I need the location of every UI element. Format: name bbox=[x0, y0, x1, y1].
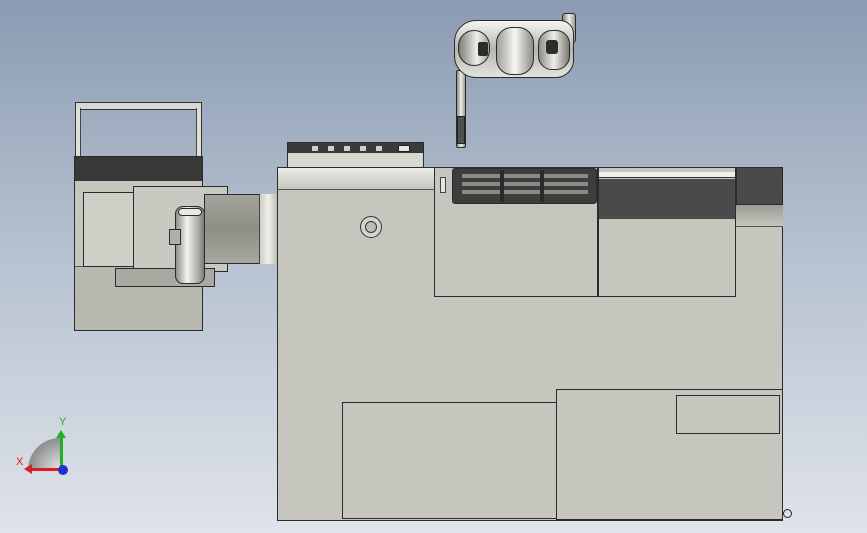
control-button-6[interactable] bbox=[398, 145, 410, 152]
vent-slat-1 bbox=[462, 174, 588, 178]
y-axis-label: Y bbox=[59, 416, 67, 428]
corner-block bbox=[736, 167, 783, 205]
control-button-1[interactable] bbox=[312, 146, 318, 151]
foot-ring-icon bbox=[783, 509, 792, 518]
robot-head-center-lobe bbox=[496, 27, 534, 75]
y-axis-arrowhead-icon bbox=[56, 430, 66, 438]
selector-knob-inner bbox=[365, 221, 377, 233]
control-button-4[interactable] bbox=[360, 146, 366, 151]
hopper-handle-right-post bbox=[196, 108, 201, 158]
vent-divider-1 bbox=[500, 170, 504, 202]
x-axis-arrowhead-icon bbox=[24, 464, 32, 474]
control-button-2[interactable] bbox=[328, 146, 334, 151]
robot-head-dark-slot-2 bbox=[546, 40, 558, 54]
z-axis-dot-icon bbox=[58, 465, 68, 475]
motor-terminal-box bbox=[169, 229, 181, 245]
chute-flange bbox=[259, 194, 277, 264]
robot-head-dark-slot-1 bbox=[478, 42, 488, 56]
hopper-handle-frame bbox=[75, 102, 202, 158]
corner-block-ledge bbox=[736, 205, 783, 227]
coordinate-triad-icon bbox=[28, 438, 60, 470]
motor-cap bbox=[178, 208, 202, 216]
control-button-5[interactable] bbox=[376, 146, 382, 151]
vent-divider-2 bbox=[540, 170, 544, 202]
motor-cylinder bbox=[175, 206, 205, 284]
control-button-3[interactable] bbox=[344, 146, 350, 151]
robot-arm-post-cap bbox=[457, 116, 465, 144]
x-axis-label: X bbox=[16, 456, 24, 468]
hopper-handle-top-bar bbox=[75, 102, 202, 110]
lower-left-door[interactable] bbox=[342, 402, 558, 519]
right-upper-dark-band bbox=[599, 179, 735, 219]
inspection-window bbox=[676, 395, 780, 434]
main-top-band bbox=[278, 168, 435, 190]
vent-slat-3 bbox=[462, 190, 588, 194]
graphics-viewport[interactable]: X Y bbox=[0, 0, 867, 533]
right-upper-top-strip bbox=[599, 172, 735, 178]
hopper-handle-left-post bbox=[76, 108, 81, 158]
hopper-dark-band bbox=[75, 157, 202, 181]
vent-side-latch[interactable] bbox=[440, 177, 446, 193]
vent-slat-2 bbox=[462, 182, 588, 186]
